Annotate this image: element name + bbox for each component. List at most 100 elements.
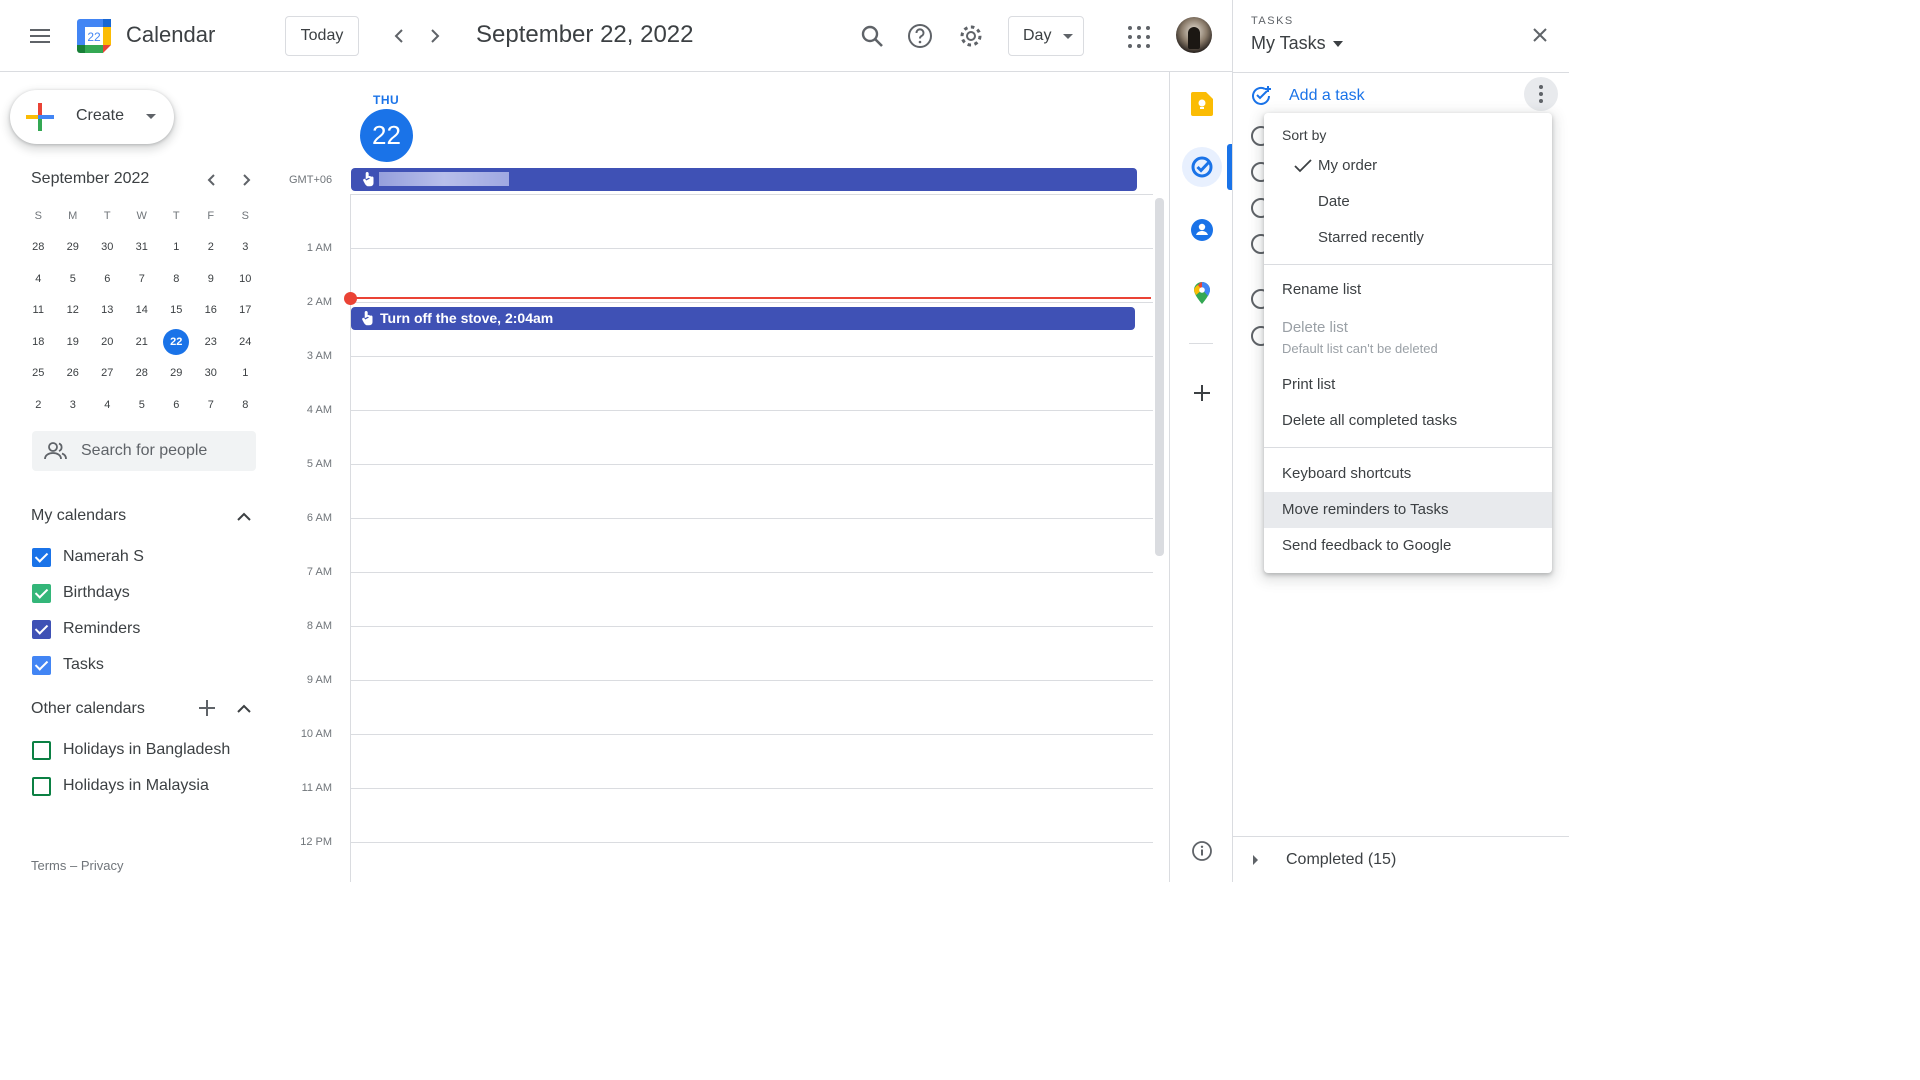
- hour-gridline: [351, 572, 1153, 573]
- info-icon[interactable]: [1191, 840, 1213, 862]
- task-list-selector[interactable]: My Tasks: [1251, 33, 1326, 54]
- mini-calendar-day[interactable]: 16: [194, 297, 229, 323]
- calendar-checkbox[interactable]: [32, 655, 51, 675]
- grid-scrollbar[interactable]: [1155, 198, 1164, 556]
- completed-tasks-toggle[interactable]: Completed (15): [1253, 850, 1396, 870]
- mini-calendar-day[interactable]: 28: [125, 360, 160, 386]
- sort-date-item[interactable]: Date: [1264, 184, 1552, 220]
- mini-calendar-day[interactable]: 2: [21, 392, 56, 418]
- mini-calendar-day[interactable]: 4: [90, 392, 125, 418]
- account-avatar[interactable]: [1176, 17, 1212, 53]
- my-calendars-heading[interactable]: My calendars: [31, 507, 126, 525]
- mini-calendar-day[interactable]: 3: [228, 234, 263, 260]
- chevron-up-icon[interactable]: [232, 697, 256, 721]
- sort-starred-recently-item[interactable]: Starred recently: [1264, 220, 1552, 256]
- mini-calendar-day[interactable]: 4: [21, 266, 56, 292]
- chevron-down-icon[interactable]: [1333, 41, 1343, 47]
- chevron-up-icon[interactable]: [232, 505, 256, 529]
- calendar-checkbox[interactable]: [32, 583, 51, 603]
- mini-calendar-day[interactable]: 26: [56, 360, 91, 386]
- sort-my-order-item[interactable]: My order: [1264, 148, 1552, 184]
- mini-calendar-day[interactable]: 28: [21, 234, 56, 260]
- google-apps-icon[interactable]: [1128, 26, 1150, 48]
- calendar-checkbox[interactable]: [32, 776, 51, 796]
- calendar-item[interactable]: Namerah S: [32, 545, 144, 569]
- all-day-event[interactable]: [351, 168, 1137, 191]
- mini-calendar-day[interactable]: 5: [125, 392, 160, 418]
- other-calendars-heading[interactable]: Other calendars: [31, 700, 145, 718]
- mini-calendar-day[interactable]: 19: [56, 329, 91, 355]
- previous-day-icon[interactable]: [387, 24, 411, 48]
- mini-calendar-day[interactable]: 18: [21, 329, 56, 355]
- calendar-checkbox[interactable]: [32, 740, 51, 760]
- calendar-item[interactable]: Holidays in Malaysia: [32, 774, 209, 798]
- calendar-item[interactable]: Holidays in Bangladesh: [32, 738, 230, 762]
- move-reminders-item[interactable]: Move reminders to Tasks: [1264, 492, 1552, 528]
- mini-calendar-day[interactable]: 23: [194, 329, 229, 355]
- mini-calendar-day[interactable]: 1: [159, 234, 194, 260]
- view-selector[interactable]: Day: [1008, 16, 1084, 56]
- mini-calendar-day[interactable]: 5: [56, 266, 91, 292]
- main-menu-icon[interactable]: [24, 22, 56, 50]
- mini-calendar-day[interactable]: 29: [56, 234, 91, 260]
- mini-calendar-day[interactable]: 25: [21, 360, 56, 386]
- keep-icon[interactable]: [1182, 84, 1222, 124]
- help-icon[interactable]: [906, 22, 934, 50]
- today-button[interactable]: Today: [285, 16, 359, 56]
- mini-calendar-day[interactable]: 7: [194, 392, 229, 418]
- calendar-item[interactable]: Birthdays: [32, 581, 130, 605]
- mini-calendar-day[interactable]: 21: [125, 329, 160, 355]
- mini-calendar-day[interactable]: 11: [21, 297, 56, 323]
- mini-calendar-day[interactable]: 2: [194, 234, 229, 260]
- settings-gear-icon[interactable]: [957, 22, 985, 50]
- delete-completed-tasks-item[interactable]: Delete all completed tasks: [1264, 403, 1552, 439]
- rename-list-item[interactable]: Rename list: [1264, 272, 1552, 308]
- mini-calendar-day[interactable]: 17: [228, 297, 263, 323]
- add-calendar-icon[interactable]: [197, 698, 217, 718]
- calendar-checkbox[interactable]: [32, 547, 51, 567]
- print-list-item[interactable]: Print list: [1264, 367, 1552, 403]
- mini-calendar-day[interactable]: 14: [125, 297, 160, 323]
- create-button[interactable]: Create: [10, 90, 174, 144]
- mini-calendar-day[interactable]: 6: [159, 392, 194, 418]
- tasks-icon[interactable]: [1182, 147, 1222, 187]
- close-icon[interactable]: [1529, 24, 1551, 46]
- mini-calendar-day[interactable]: 29: [159, 360, 194, 386]
- send-feedback-item[interactable]: Send feedback to Google: [1264, 528, 1552, 564]
- day-number[interactable]: 22: [360, 109, 413, 162]
- contacts-icon[interactable]: [1182, 210, 1222, 250]
- mini-calendar-day[interactable]: 15: [159, 297, 194, 323]
- mini-calendar-day[interactable]: 27: [90, 360, 125, 386]
- add-addon-icon[interactable]: [1182, 373, 1222, 413]
- reminder-event[interactable]: Turn off the stove, 2:04am: [351, 307, 1135, 330]
- mini-calendar-day[interactable]: 31: [125, 234, 160, 260]
- next-day-icon[interactable]: [423, 24, 447, 48]
- mini-calendar-day[interactable]: 13: [90, 297, 125, 323]
- mini-calendar-day[interactable]: 24: [228, 329, 263, 355]
- search-people-input[interactable]: Search for people: [32, 431, 256, 471]
- mini-calendar-day[interactable]: 7: [125, 266, 160, 292]
- mini-calendar-day[interactable]: 9: [194, 266, 229, 292]
- mini-calendar-day[interactable]: 10: [228, 266, 263, 292]
- mini-calendar-day[interactable]: 8: [159, 266, 194, 292]
- calendar-checkbox[interactable]: [32, 619, 51, 639]
- mini-calendar-day[interactable]: 12: [56, 297, 91, 323]
- mini-calendar-day[interactable]: 30: [90, 234, 125, 260]
- keyboard-shortcuts-item[interactable]: Keyboard shortcuts: [1264, 456, 1552, 492]
- more-options-icon[interactable]: [1524, 77, 1558, 111]
- mini-calendar-day[interactable]: 30: [194, 360, 229, 386]
- mini-calendar-day[interactable]: 6: [90, 266, 125, 292]
- calendar-item[interactable]: Reminders: [32, 617, 140, 641]
- add-task-button[interactable]: Add a task: [1249, 84, 1365, 108]
- mini-calendar-day[interactable]: 8: [228, 392, 263, 418]
- search-icon[interactable]: [858, 22, 886, 50]
- calendar-item[interactable]: Tasks: [32, 653, 104, 677]
- mini-calendar-day[interactable]: 1: [228, 360, 263, 386]
- mini-calendar-prev-icon[interactable]: [202, 170, 222, 190]
- terms-privacy-link[interactable]: Terms – Privacy: [31, 858, 123, 873]
- mini-calendar-next-icon[interactable]: [236, 170, 256, 190]
- mini-calendar-day[interactable]: 3: [56, 392, 91, 418]
- mini-calendar-day[interactable]: 22: [159, 328, 194, 355]
- maps-icon[interactable]: [1182, 273, 1222, 313]
- mini-calendar-day[interactable]: 20: [90, 329, 125, 355]
